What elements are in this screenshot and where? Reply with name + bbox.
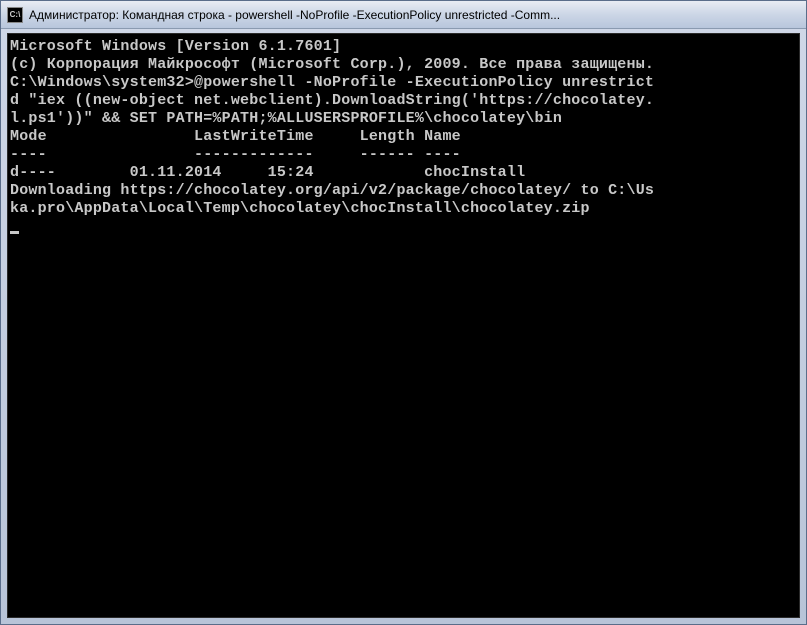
- terminal-line: ka.pro\AppData\Local\Temp\chocolatey\cho…: [10, 200, 797, 218]
- terminal-line: l.ps1'))" && SET PATH=%PATH;%ALLUSERSPRO…: [10, 110, 797, 128]
- command-prompt-window: C:\ Администратор: Командная строка - po…: [0, 0, 807, 625]
- terminal-area[interactable]: Microsoft Windows [Version 6.1.7601] (c)…: [7, 33, 800, 618]
- terminal-line: Downloading https://chocolatey.org/api/v…: [10, 182, 797, 200]
- terminal-line: d---- 01.11.2014 15:24 chocInstall: [10, 164, 797, 182]
- cmd-icon-text: C:\: [10, 10, 21, 19]
- cmd-icon: C:\: [7, 7, 23, 23]
- terminal-line: C:\Windows\system32>@powershell -NoProfi…: [10, 74, 797, 92]
- terminal-line: (c) Корпорация Майкрософт (Microsoft Cor…: [10, 56, 797, 74]
- titlebar[interactable]: C:\ Администратор: Командная строка - po…: [1, 1, 806, 29]
- terminal-line: Mode LastWriteTime Length Name: [10, 128, 797, 146]
- cursor: [10, 231, 19, 234]
- terminal-line: d "iex ((new-object net.webclient).Downl…: [10, 92, 797, 110]
- terminal-cursor-line: [10, 218, 797, 236]
- window-title: Администратор: Командная строка - powers…: [29, 8, 800, 22]
- terminal-line: Microsoft Windows [Version 6.1.7601]: [10, 38, 797, 56]
- terminal-line: ---- ------------- ------ ----: [10, 146, 797, 164]
